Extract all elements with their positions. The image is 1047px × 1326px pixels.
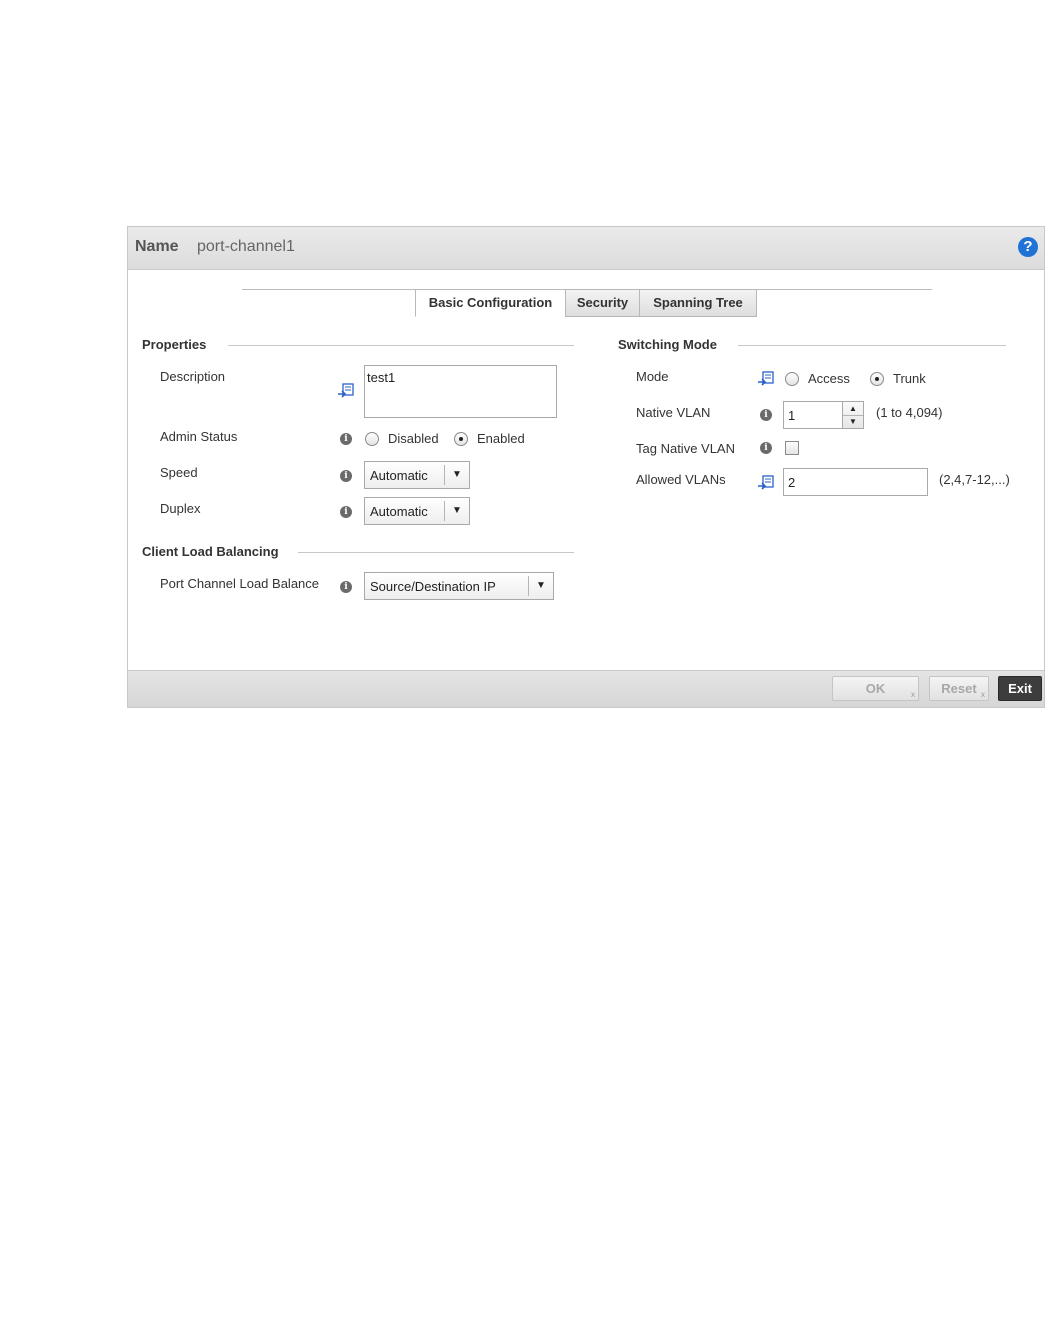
port-channel-load-balance-label: Port Channel Load Balance [160, 576, 320, 591]
info-icon: i [340, 433, 352, 445]
override-icon[interactable] [757, 475, 775, 491]
admin-status-disabled-label: Disabled [388, 431, 439, 446]
admin-status-disabled-radio[interactable] [365, 432, 379, 446]
ok-button[interactable]: OK x [832, 676, 919, 701]
duplex-value: Automatic [370, 504, 428, 519]
mode-access-label: Access [808, 371, 850, 386]
properties-title: Properties [142, 337, 207, 352]
mode-trunk-radio[interactable] [870, 372, 884, 386]
ok-button-sub: x [911, 690, 915, 699]
speed-value: Automatic [370, 468, 428, 483]
help-icon[interactable]: ? [1018, 237, 1038, 257]
name-label: Name [135, 238, 179, 255]
client-load-balancing-title: Client Load Balancing [142, 544, 279, 559]
switching-mode-title: Switching Mode [618, 337, 717, 352]
port-channel-load-balance-select[interactable]: Source/Destination IP ▼ [364, 572, 554, 600]
chevron-down-icon[interactable]: ▼ [444, 501, 469, 521]
tab-spanning-tree[interactable]: Spanning Tree [639, 289, 757, 317]
name-value: port-channel1 [197, 238, 295, 255]
mode-trunk-label: Trunk [893, 371, 926, 386]
spin-up-icon[interactable]: ▲ [843, 402, 863, 416]
tag-native-vlan-label: Tag Native VLAN [636, 441, 735, 456]
info-icon: i [340, 470, 352, 482]
duplex-select[interactable]: Automatic ▼ [364, 497, 470, 525]
duplex-label: Duplex [160, 501, 201, 516]
info-icon: i [760, 409, 772, 421]
port-channel-load-balance-value: Source/Destination IP [370, 579, 496, 594]
allowed-vlans-label: Allowed VLANs [636, 472, 726, 487]
properties-rule [228, 345, 574, 346]
admin-status-enabled-label: Enabled [477, 431, 525, 446]
description-label: Description [160, 369, 226, 384]
allowed-vlans-input[interactable]: 2 [783, 468, 928, 496]
chevron-down-icon[interactable]: ▼ [528, 576, 553, 596]
info-icon: i [340, 581, 352, 593]
ok-button-label: OK [865, 681, 886, 696]
native-vlan-label: Native VLAN [636, 405, 711, 420]
override-icon[interactable] [757, 371, 775, 387]
admin-status-label: Admin Status [160, 429, 238, 444]
tag-native-vlan-checkbox[interactable] [785, 441, 799, 455]
title-bar: Name port-channel1 ? [128, 227, 1044, 270]
speed-select[interactable]: Automatic ▼ [364, 461, 470, 489]
port-channel-dialog: Name port-channel1 ? Basic Configuration… [127, 226, 1045, 708]
mode-label: Mode [636, 369, 669, 384]
allowed-vlans-hint: (2,4,7-12,...) [939, 472, 1010, 487]
reset-button-sub: x [981, 690, 985, 699]
spin-down-icon[interactable]: ▼ [843, 415, 863, 428]
dialog-footer: OK x Reset x Exit [128, 670, 1044, 707]
reset-button-label: Reset [941, 681, 977, 696]
tab-basic-configuration[interactable]: Basic Configuration [415, 289, 566, 317]
reset-button[interactable]: Reset x [929, 676, 989, 701]
exit-button[interactable]: Exit [998, 676, 1042, 701]
tab-security[interactable]: Security [565, 289, 640, 317]
native-vlan-input[interactable]: 1 [783, 401, 843, 429]
native-vlan-hint: (1 to 4,094) [876, 405, 943, 420]
native-vlan-stepper[interactable]: ▲ ▼ [842, 401, 864, 429]
info-icon: i [760, 442, 772, 454]
override-icon[interactable] [337, 383, 355, 399]
client-load-balancing-rule [298, 552, 574, 553]
chevron-down-icon[interactable]: ▼ [444, 465, 469, 485]
info-icon: i [340, 506, 352, 518]
mode-access-radio[interactable] [785, 372, 799, 386]
speed-label: Speed [160, 465, 198, 480]
admin-status-enabled-radio[interactable] [454, 432, 468, 446]
switching-mode-rule [738, 345, 1006, 346]
description-field[interactable]: test1 [364, 365, 557, 418]
